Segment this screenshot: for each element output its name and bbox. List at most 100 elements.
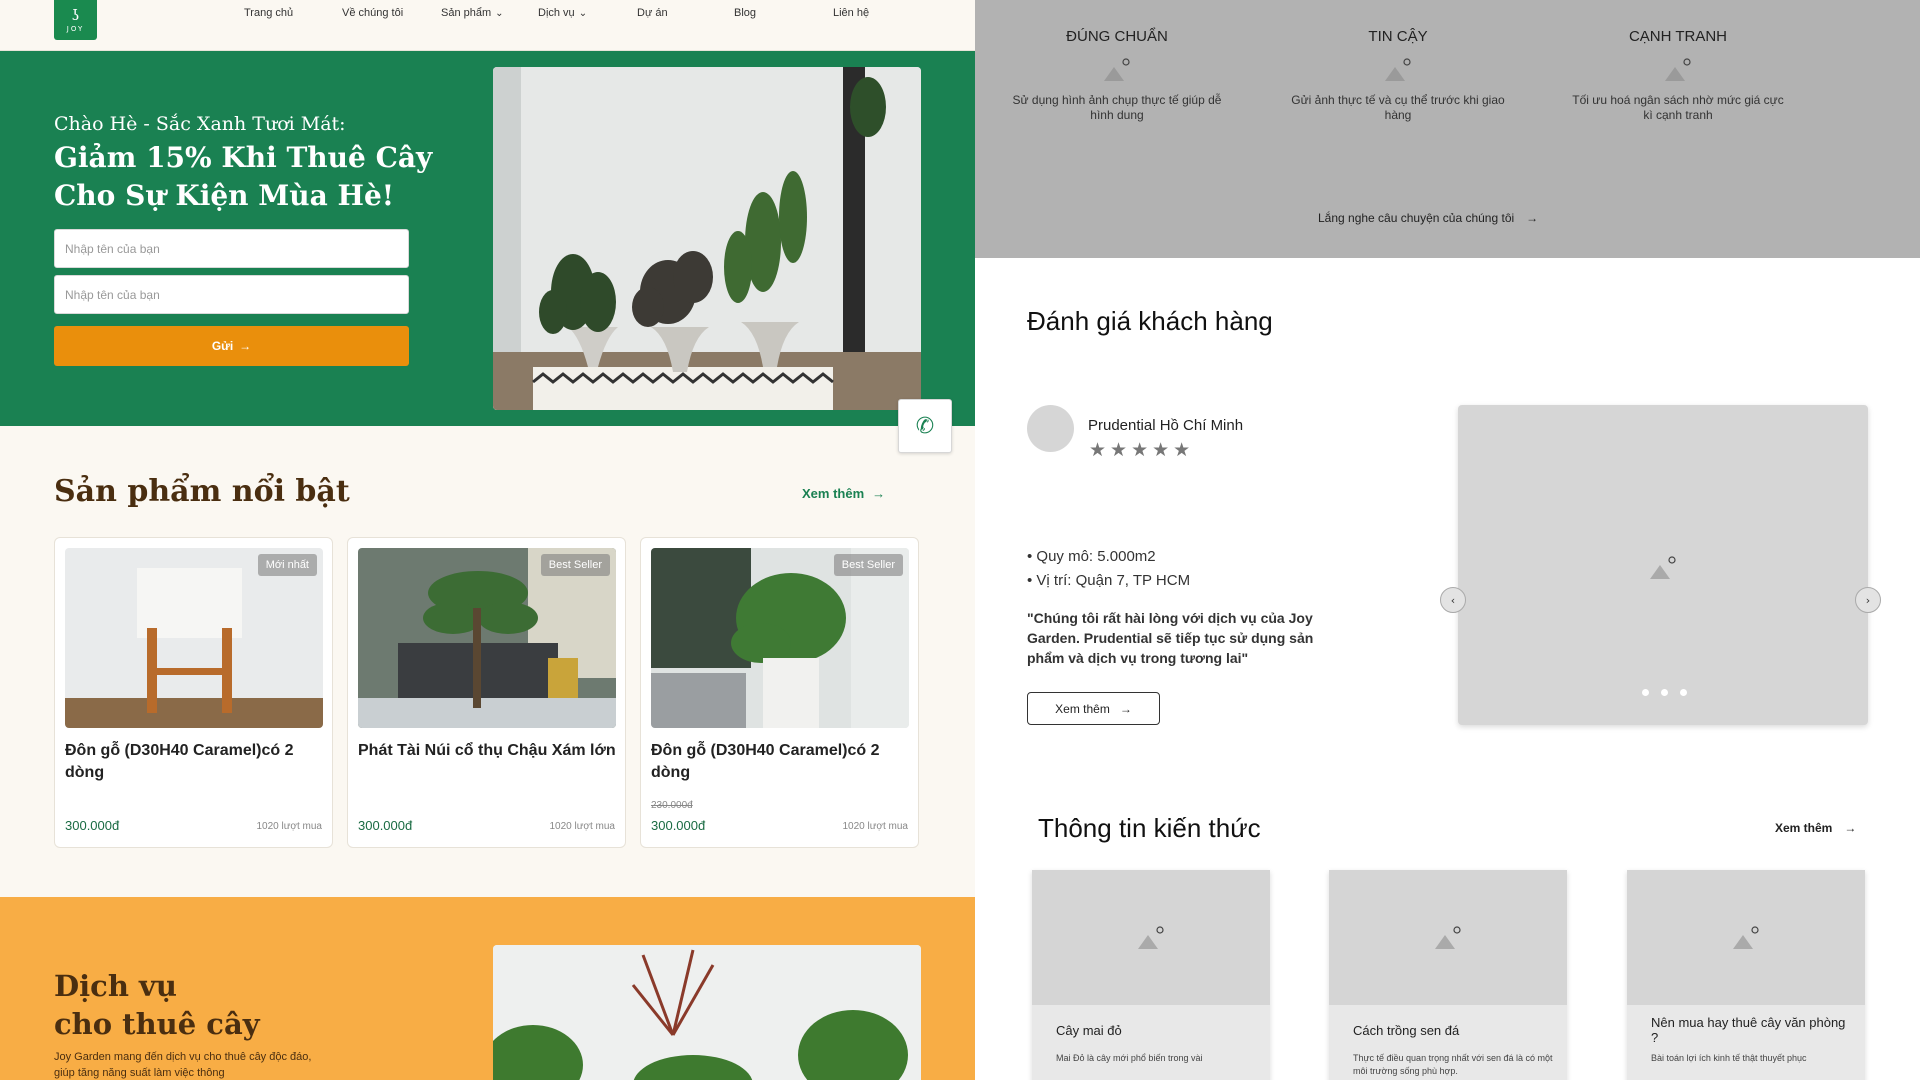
product-price: 300.000đ	[65, 818, 120, 833]
arrow-right-icon: →	[1119, 701, 1132, 716]
top-navbar: ʖ JOY Trang chủ Về chúng tôi Sản phẩm ⌄ D…	[0, 0, 975, 51]
feature-title: ĐÚNG CHUẨN	[1066, 28, 1168, 45]
avatar	[1027, 405, 1074, 452]
chevron-right-icon: ›	[1865, 593, 1871, 607]
image-placeholder-icon	[1138, 925, 1164, 949]
image-placeholder-icon	[1104, 58, 1130, 81]
article-card[interactable]: Nên mua hay thuê cây văn phòng ? Bài toá…	[1627, 870, 1865, 1080]
product-badge: Best Seller	[540, 554, 610, 576]
service-photo	[493, 945, 921, 1080]
feature-description: Sử dụng hình ảnh chụp thực tế giúp dễ hì…	[1012, 93, 1222, 122]
product-name: Phát Tài Núi cổ thụ Chậu Xám lớn	[358, 742, 616, 759]
hero-title: Giảm 15% Khi Thuê Cây Cho Sự Kiện Mùa Hè…	[54, 141, 433, 212]
feature-item: CẠNH TRANH Tối ưu hoá ngân sách nhờ mức …	[1568, 28, 1788, 123]
product-name: Đôn gỗ (D30H40 Caramel)có 2 dòng	[651, 742, 880, 781]
call-button[interactable]: ✆	[898, 399, 952, 453]
features-band: ĐÚNG CHUẨN Sử dụng hình ảnh chụp thực tế…	[975, 0, 1920, 258]
arrow-right-icon: →	[872, 486, 886, 501]
rating-stars: ★★★★★	[1089, 439, 1195, 461]
article-excerpt: Bài toán lợi ích kinh tế thật thuyết phụ…	[1651, 1053, 1807, 1063]
product-badge: Mới nhất	[257, 554, 317, 576]
image-placeholder-icon	[1385, 58, 1411, 81]
image-placeholder-icon	[1650, 556, 1676, 579]
arrow-right-icon: →	[239, 339, 252, 353]
article-excerpt: Thực tế điều quan trọng nhất với sen đá …	[1353, 1053, 1553, 1076]
product-card[interactable]: Mới nhất Đôn gỗ (D30H40 Caramel)có 2 dòn…	[54, 537, 333, 848]
carousel-dot[interactable]	[1642, 689, 1649, 696]
joy-logo[interactable]: ʖ JOY	[54, 0, 97, 40]
nav-projects[interactable]: Dự án	[637, 7, 668, 19]
nav-contact[interactable]: Liên hệ	[833, 7, 869, 19]
article-card[interactable]: Cách trồng sen đá Thực tế điều quan trọn…	[1329, 870, 1567, 1080]
chevron-down-icon: ⌄	[495, 7, 504, 19]
feature-description: Gửi ảnh thực tế và cụ thể trước khi giao…	[1291, 93, 1505, 122]
featured-see-more-link[interactable]: Xem thêm →	[802, 486, 885, 501]
hero-plants-photo	[493, 67, 921, 410]
review-details: Quy mô: 5.000m2 Vị trí: Quận 7, TP HCM	[1027, 545, 1190, 593]
logo-text: JOY	[66, 24, 85, 33]
feature-item: TIN CẬY Gửi ảnh thực tế và cụ thể trước …	[1288, 28, 1508, 123]
article-title: Nên mua hay thuê cây văn phòng ?	[1651, 1015, 1846, 1045]
landing-page-right-wireframe: ĐÚNG CHUẨN Sử dụng hình ảnh chụp thực tế…	[975, 0, 1920, 1080]
featured-title: Sản phẩm nổi bật	[54, 474, 350, 509]
service-description: Joy Garden mang đến dịch vụ cho thuê cây…	[54, 1051, 312, 1079]
nav-blog[interactable]: Blog	[734, 7, 756, 19]
review-scale: Quy mô: 5.000m2	[1027, 545, 1190, 569]
image-placeholder-icon	[1435, 925, 1461, 949]
product-old-price: 230.000đ	[651, 800, 693, 811]
hero-banner: Chào Hè - Sắc Xanh Tươi Mát: Giảm 15% Kh…	[0, 51, 975, 426]
article-title: Cách trồng sen đá	[1353, 1023, 1460, 1038]
hero-subtitle: Chào Hè - Sắc Xanh Tươi Mát:	[54, 113, 346, 135]
carousel-prev-button[interactable]: ‹	[1440, 587, 1466, 613]
product-sold-count: 1020 lượt mua	[549, 821, 615, 832]
article-image	[1627, 870, 1865, 1005]
review-location: Vị trí: Quận 7, TP HCM	[1027, 569, 1190, 593]
nav-home[interactable]: Trang chủ	[244, 7, 293, 19]
review-quote: "Chúng tôi rất hài lòng với dịch vụ của …	[1027, 610, 1314, 666]
submit-button[interactable]: Gửi →	[54, 326, 409, 366]
name-input[interactable]: Nhập tên của bạn	[54, 229, 409, 268]
second-input[interactable]: Nhập tên của bạn	[54, 275, 409, 314]
nav-services[interactable]: Dịch vụ ⌄	[538, 7, 587, 19]
service-title: Dịch vụ cho thuê cây	[54, 969, 260, 1041]
product-sold-count: 1020 lượt mua	[256, 821, 322, 832]
article-image	[1032, 870, 1270, 1005]
product-price: 300.000đ	[358, 818, 413, 833]
article-card[interactable]: Cây mai đỏ Mai Đỏ là cây mới phổ biến tr…	[1032, 870, 1270, 1080]
product-image: Best Seller	[651, 548, 909, 728]
nav-products[interactable]: Sản phẩm ⌄	[441, 7, 504, 19]
submit-label: Gửi	[211, 339, 234, 353]
feature-title: CẠNH TRANH	[1628, 28, 1728, 45]
product-badge: Best Seller	[833, 554, 903, 576]
feature-title: TIN CẬY	[1368, 28, 1428, 45]
chevron-down-icon: ⌄	[578, 7, 588, 19]
article-image	[1329, 870, 1567, 1005]
article-excerpt: Mai Đỏ là cây mới phổ biến trong vài	[1056, 1053, 1203, 1063]
reviewer-name: Prudential Hồ Chí Minh	[1088, 417, 1244, 434]
knowledge-see-more-link[interactable]: Xem thêm →	[1775, 821, 1856, 835]
review-carousel	[1458, 405, 1868, 725]
product-image: Mới nhất	[65, 548, 323, 728]
reviews-title: Đánh giá khách hàng	[1027, 306, 1273, 336]
our-story-link[interactable]: Lắng nghe câu chuyện của chúng tôi →	[1318, 211, 1538, 225]
review-see-more-button[interactable]: Xem thêm →	[1027, 692, 1160, 725]
rental-service-section: Dịch vụ cho thuê cây Joy Garden mang đến…	[0, 897, 975, 1080]
product-card[interactable]: Best Seller Phát Tài Núi cổ thụ Chậu Xám…	[347, 537, 626, 848]
article-title: Cây mai đỏ	[1056, 1023, 1122, 1038]
product-sold-count: 1020 lượt mua	[842, 821, 908, 832]
leaf-logo-icon: ʖ	[71, 5, 80, 24]
product-price: 300.000đ	[651, 818, 706, 833]
knowledge-title: Thông tin kiến thức	[1038, 813, 1261, 843]
carousel-dot[interactable]	[1661, 689, 1668, 696]
feature-item: ĐÚNG CHUẨN Sử dụng hình ảnh chụp thực tế…	[1007, 28, 1227, 123]
nav-about[interactable]: Về chúng tôi	[342, 7, 403, 19]
carousel-next-button[interactable]: ›	[1855, 587, 1881, 613]
product-card[interactable]: Best Seller Đôn gỗ (D30H40 Caramel)có 2 …	[640, 537, 919, 848]
arrow-right-icon: →	[1526, 211, 1539, 225]
arrow-right-icon: →	[1844, 821, 1857, 835]
landing-page-left: ʖ JOY Trang chủ Về chúng tôi Sản phẩm ⌄ D…	[0, 0, 975, 1080]
product-image: Best Seller	[358, 548, 616, 728]
image-placeholder-icon	[1733, 925, 1759, 949]
carousel-dot[interactable]	[1680, 689, 1687, 696]
feature-description: Tối ưu hoá ngân sách nhờ mức giá cực kì …	[1572, 93, 1784, 122]
